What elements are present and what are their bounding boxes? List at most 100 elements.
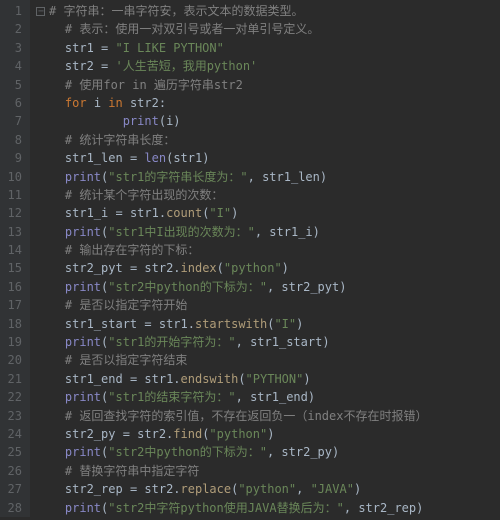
line-number: 4 [0,57,22,75]
token-c: # 是否以指定字符结束 [65,353,187,367]
token-id: str2. [144,261,180,275]
token-op: = [130,261,144,275]
code-editor[interactable]: 1234567891011121314151617181920212223242… [0,0,500,517]
fold-icon[interactable] [36,7,45,16]
token-op: = [130,482,144,496]
token-op: = [144,317,158,331]
code-line[interactable]: print("str2中字符python使用JAVA替换后为：", str2_r… [36,499,427,517]
token-m: index [181,261,217,275]
token-id: str1_start [250,335,322,349]
token-id: str2 [130,96,159,110]
token-op: ) [231,206,238,220]
code-line[interactable]: # 是否以指定字符结束 [36,351,427,369]
code-line[interactable]: str1_len = len(str1) [36,149,427,167]
line-number-gutter: 1234567891011121314151617181920212223242… [0,0,30,517]
token-id: str1. [159,317,195,331]
token-s: "python" [224,261,282,275]
code-line[interactable]: str2_pyt = str2.index("python") [36,259,427,277]
line-number: 11 [0,186,22,204]
line-number: 23 [0,407,22,425]
token-m: replace [181,482,232,496]
code-line[interactable]: # 统计某个字符出现的次数： [36,186,427,204]
token-s: "python" [209,427,267,441]
code-line[interactable]: # 使用for in 遍历字符串str2 [36,76,427,94]
token-m: endswith [181,372,239,386]
token-id: str2_rep [358,501,416,515]
code-line[interactable]: for i in str2: [36,94,427,112]
code-line[interactable]: str1_start = str1.startswith("I") [36,315,427,333]
line-number: 26 [0,462,22,480]
token-fn: print [65,501,101,515]
code-line[interactable]: str2 = '人生苦短，我用python' [36,57,427,75]
line-number: 25 [0,443,22,461]
code-line[interactable]: print("str1的结束字符为：", str1_end) [36,388,427,406]
line-number: 2 [0,20,22,38]
line-number: 28 [0,499,22,517]
token-op: , [267,445,281,459]
code-line[interactable]: str2_py = str2.find("python") [36,425,427,443]
token-op: ) [354,482,361,496]
token-op: = [123,427,137,441]
token-op: , [248,170,262,184]
token-kw: for [65,96,94,110]
code-line[interactable]: print("str1的字符串长度为：", str1_len) [36,168,427,186]
code-line[interactable]: # 替换字符串中指定字符 [36,462,427,480]
token-s: "str1的字符串长度为：" [108,170,247,184]
token-op: ) [339,280,346,294]
code-line[interactable]: print("str1的开始字符为：", str1_start) [36,333,427,351]
token-s: "python" [238,482,296,496]
line-number: 12 [0,204,22,222]
token-op: ) [416,501,423,515]
token-op: , [236,390,250,404]
token-op: , [255,225,269,239]
token-s: "PYTHON" [246,372,304,386]
token-op: ) [173,114,180,128]
code-line[interactable]: print("str2中python的下标为：", str2_py) [36,443,427,461]
token-id: str2. [137,427,173,441]
code-line[interactable]: # 返回查找字符的索引值，不存在返回负一（index不存在时报错） [36,407,427,425]
token-id: str1_i [65,206,116,220]
code-line[interactable]: # 统计字符串长度： [36,131,427,149]
token-s: '人生苦短，我用python' [115,59,257,73]
token-op: = [101,41,115,55]
line-number: 24 [0,425,22,443]
token-m: count [166,206,202,220]
line-number: 20 [0,351,22,369]
code-line[interactable]: str2_rep = str2.replace("python", "JAVA"… [36,480,427,498]
token-id: str1_start [65,317,144,331]
token-op: , [296,482,310,496]
token-id: str2. [144,482,180,496]
token-kw: in [108,96,130,110]
token-fn: print [123,114,159,128]
token-fn: print [65,225,101,239]
line-number: 14 [0,241,22,259]
token-op: ( [217,261,224,275]
token-s: "str2中python的下标为：" [108,445,267,459]
token-c: # 替换字符串中指定字符 [65,464,199,478]
token-id: i [94,96,108,110]
code-line[interactable]: print(i) [36,112,427,130]
code-line[interactable]: # 表示：使用一对双引号或者一对单引号定义。 [36,20,427,38]
code-line[interactable]: # 字符串：一串字符安，表示文本的数据类型。 [36,2,427,20]
token-op: = [101,59,115,73]
token-op: ) [303,372,310,386]
code-line[interactable]: str1_end = str1.endswith("PYTHON") [36,370,427,388]
code-area[interactable]: # 字符串：一串字符安，表示文本的数据类型。 # 表示：使用一对双引号或者一对单… [30,0,427,517]
code-line[interactable]: print("str1中I出现的次数为：", str1_i) [36,223,427,241]
token-op: ) [202,151,209,165]
token-c: # 使用for in 遍历字符串str2 [65,78,243,92]
token-s: "I" [209,206,231,220]
code-line[interactable]: str1_i = str1.count("I") [36,204,427,222]
code-line[interactable]: print("str2中python的下标为：", str2_pyt) [36,278,427,296]
token-op: ) [320,170,327,184]
token-id: str1_len [65,151,130,165]
token-fn: print [65,335,101,349]
token-id: str1_end [250,390,308,404]
code-line[interactable]: # 是否以指定字符开始 [36,296,427,314]
line-number: 21 [0,370,22,388]
token-op: = [115,206,129,220]
code-line[interactable]: str1 = "I LIKE PYTHON" [36,39,427,57]
token-op: , [344,501,358,515]
code-line[interactable]: # 输出存在字符的下标： [36,241,427,259]
line-number: 10 [0,168,22,186]
